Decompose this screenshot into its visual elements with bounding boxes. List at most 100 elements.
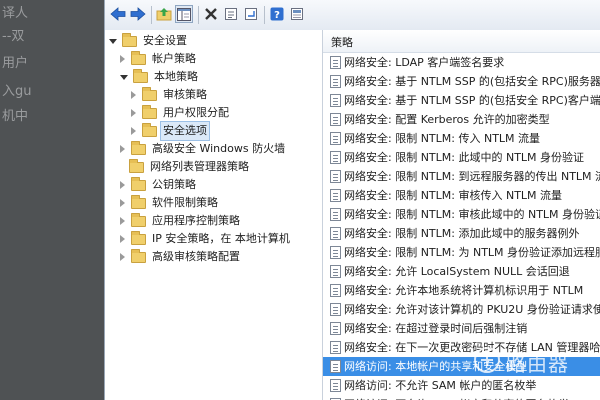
policy-icon [330, 56, 341, 69]
export-list-icon[interactable] [242, 5, 260, 23]
policy-row[interactable]: 网络安全: 限制 NTLM: 为 NTLM 身份验证添加远程服 [323, 243, 600, 262]
column-header-policy[interactable]: 策略 [323, 30, 600, 53]
collapsed-arrow-icon[interactable] [120, 181, 125, 189]
background-text-fragment: 译人 [2, 6, 29, 21]
tree-item[interactable]: 公钥策略 [120, 176, 198, 194]
policy-name: 网络安全: 限制 NTLM: 到远程服务器的传出 NTLM 流 [344, 170, 600, 183]
policy-row[interactable]: 网络安全: 配置 Kerberos 允许的加密类型 [323, 110, 600, 129]
policy-row[interactable]: 网络安全: 限制 NTLM: 传入 NTLM 流量 [323, 129, 600, 148]
policy-row[interactable]: 网络安全: LDAP 客户端签名要求 [323, 53, 600, 72]
policy-row[interactable]: 网络安全: 允许对该计算机的 PKU2U 身份验证请求使 [323, 300, 600, 319]
policy-row[interactable]: 网络安全: 基于 NTLM SSP 的(包括安全 RPC)服务器的 [323, 72, 600, 91]
tree-item[interactable]: 用户权限分配 [131, 104, 231, 122]
policy-name: 网络安全: 限制 NTLM: 审核传入 NTLM 流量 [344, 189, 563, 202]
policy-row[interactable]: 网络安全: 允许 LocalSystem NULL 会话回退 [323, 262, 600, 281]
delete-icon[interactable] [202, 5, 220, 23]
policy-name: 网络安全: 允许本地系统将计算机标识用于 NTLM [344, 284, 584, 297]
tree-item[interactable]: 高级安全 Windows 防火墙 [120, 140, 287, 158]
policy-icon [330, 360, 341, 373]
policy-row[interactable]: 网络安全: 基于 NTLM SSP 的(包括安全 RPC)客户端的 [323, 91, 600, 110]
policy-name: 网络访问: 不允许 SAM 帐户和共享的匿名枚举 [344, 395, 569, 400]
expanded-arrow-icon[interactable] [120, 74, 128, 80]
policy-icon [330, 113, 341, 126]
collapsed-arrow-icon[interactable] [120, 55, 125, 63]
up-folder-icon[interactable] [155, 5, 173, 23]
tree-item[interactable]: 帐户策略 [120, 50, 198, 68]
tree-item[interactable]: 软件限制策略 [120, 194, 220, 212]
folder-icon [131, 194, 146, 209]
background-text-fragment: 入gu [2, 84, 32, 99]
collapsed-arrow-icon[interactable] [131, 127, 136, 135]
policy-icon [330, 189, 341, 202]
policy-icon [330, 94, 341, 107]
policy-icon [330, 265, 341, 278]
tree-item-label: 高级审核策略配置 [152, 250, 240, 263]
tree-item-label: 软件限制策略 [152, 196, 218, 209]
collapsed-arrow-icon[interactable] [131, 109, 136, 117]
policy-row[interactable]: 网络访问: 不允许 SAM 帐户的匿名枚举 [323, 376, 600, 395]
collapsed-arrow-icon[interactable] [131, 91, 136, 99]
policy-row[interactable]: 网络安全: 限制 NTLM: 添加此域中的服务器例外 [323, 224, 600, 243]
tree-item[interactable]: 本地策略 [120, 68, 200, 86]
tree-item[interactable]: IP 安全策略，在 本地计算机 [120, 230, 292, 248]
policy-name: 网络安全: 在超过登录时间后强制注销 [344, 322, 528, 335]
policy-name: 网络访问: 不允许 SAM 帐户的匿名枚举 [344, 379, 537, 392]
policy-row[interactable]: 网络安全: 允许本地系统将计算机标识用于 NTLM [323, 281, 600, 300]
tree-item[interactable]: 安全设置 [109, 32, 189, 50]
policy-row[interactable]: 网络安全: 在超过登录时间后强制注销 [323, 319, 600, 338]
collapsed-arrow-icon[interactable] [120, 145, 125, 153]
background-document: 译人 --双 用户 入gu 机中 [0, 0, 104, 400]
policy-row[interactable]: 网络安全: 限制 NTLM: 此域中的 NTLM 身份验证 [323, 148, 600, 167]
policy-icon [330, 132, 341, 145]
tree-item-label: 本地策略 [154, 70, 198, 83]
policy-row[interactable]: 网络安全: 限制 NTLM: 到远程服务器的传出 NTLM 流 [323, 167, 600, 186]
tree-item-label: 应用程序控制策略 [152, 214, 240, 227]
help-icon[interactable]: ? [268, 5, 286, 23]
watermark: 路由器 [468, 345, 600, 376]
background-text-fragment: 机中 [2, 109, 29, 124]
tree-item-label: IP 安全策略，在 本地计算机 [152, 232, 290, 245]
tree-item[interactable]: 应用程序控制策略 [120, 212, 242, 230]
view-icon[interactable] [288, 5, 306, 23]
tree-item-label: 帐户策略 [152, 52, 196, 65]
tree-item-label: 公钥策略 [152, 178, 196, 191]
policy-row[interactable]: 网络安全: 限制 NTLM: 审核此域中的 NTLM 身份验证 [323, 205, 600, 224]
folder-icon [142, 104, 157, 119]
policy-name: 网络安全: LDAP 客户端签名要求 [344, 56, 505, 69]
policy-icon [330, 75, 341, 88]
folder-icon [133, 68, 148, 83]
toolbar: ? [105, 0, 600, 31]
policy-icon [330, 227, 341, 240]
tree-item-label: 安全设置 [143, 34, 187, 47]
policy-name: 网络安全: 限制 NTLM: 添加此域中的服务器例外 [344, 227, 580, 240]
tree-item-label: 高级安全 Windows 防火墙 [152, 142, 286, 155]
policy-name: 网络安全: 限制 NTLM: 为 NTLM 身份验证添加远程服 [344, 246, 600, 259]
show-hide-tree-icon[interactable] [175, 5, 193, 23]
tree-item[interactable]: 安全选项 [131, 121, 210, 141]
background-text-fragment: --双 [2, 29, 25, 44]
policy-icon [330, 379, 341, 392]
tree-item[interactable]: 高级审核策略配置 [120, 248, 242, 266]
expanded-arrow-icon[interactable] [109, 38, 117, 44]
tree-item-label: 审核策略 [163, 88, 207, 101]
collapsed-arrow-icon[interactable] [120, 199, 125, 207]
tree-item[interactable]: 网络列表管理器策略 [120, 158, 251, 176]
policy-row[interactable]: 网络访问: 不允许 SAM 帐户和共享的匿名枚举 [323, 395, 600, 400]
folder-icon [129, 158, 144, 173]
collapsed-arrow-icon[interactable] [120, 253, 125, 261]
folder-icon [131, 176, 146, 191]
tree-item-label: 安全选项 [160, 121, 210, 141]
collapsed-arrow-icon[interactable] [120, 235, 125, 243]
policy-icon [330, 322, 341, 335]
back-icon[interactable] [109, 5, 127, 23]
tree-item-label: 用户权限分配 [163, 106, 229, 119]
folder-icon [131, 50, 146, 65]
policy-name: 网络安全: 限制 NTLM: 传入 NTLM 流量 [344, 132, 541, 145]
properties-icon[interactable] [222, 5, 240, 23]
policy-row[interactable]: 网络安全: 限制 NTLM: 审核传入 NTLM 流量 [323, 186, 600, 205]
tree-item[interactable]: 审核策略 [131, 86, 209, 104]
folder-icon [131, 140, 146, 155]
forward-icon[interactable] [129, 5, 147, 23]
collapsed-arrow-icon[interactable] [120, 217, 125, 225]
tree-item-label: 网络列表管理器策略 [150, 160, 249, 173]
